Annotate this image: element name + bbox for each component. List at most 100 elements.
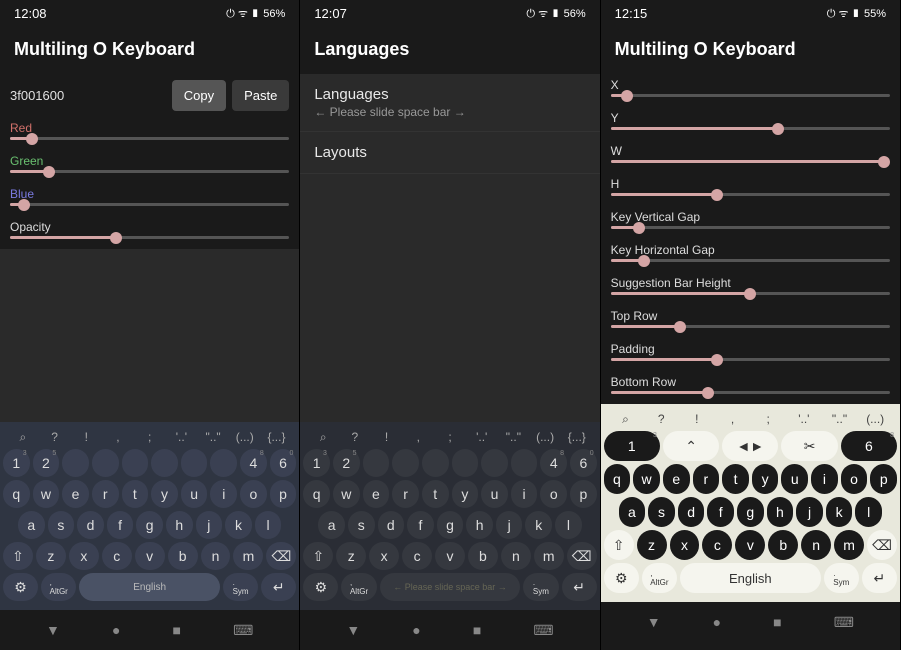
key-o[interactable]: o xyxy=(240,480,267,508)
symbol-key[interactable]: , xyxy=(104,430,132,445)
key-w[interactable]: w xyxy=(333,480,360,508)
key-blank[interactable] xyxy=(210,449,237,477)
symbol-key[interactable]: , xyxy=(404,430,432,445)
symbol-key[interactable]: ! xyxy=(681,412,713,427)
symbol-key[interactable]: ; xyxy=(752,412,784,427)
slider-track[interactable] xyxy=(10,170,289,173)
slider-w[interactable]: W xyxy=(601,140,900,173)
symbol-key[interactable]: '..' xyxy=(468,430,496,445)
symbol-key[interactable]: {...} xyxy=(563,430,591,445)
nav-back-icon[interactable]: ▼ xyxy=(647,614,661,630)
key-l[interactable]: l xyxy=(255,511,282,539)
key-6[interactable]: 06 xyxy=(570,449,597,477)
key-h[interactable]: h xyxy=(466,511,493,539)
symbol-key[interactable]: (...) xyxy=(859,412,891,427)
slider-track[interactable] xyxy=(611,226,890,229)
key-i[interactable]: i xyxy=(811,464,838,494)
key-k[interactable]: k xyxy=(525,511,552,539)
key-x[interactable]: x xyxy=(369,542,399,570)
key-d[interactable]: d xyxy=(378,511,405,539)
symbol-key[interactable]: ! xyxy=(72,430,100,445)
key-t[interactable]: t xyxy=(422,480,449,508)
key-u[interactable]: u xyxy=(181,480,208,508)
key-z[interactable]: z xyxy=(336,542,366,570)
shift-key[interactable]: ⇧ xyxy=(3,542,33,570)
key-n[interactable]: n xyxy=(801,530,831,560)
key-k[interactable]: k xyxy=(225,511,252,539)
slider-padding[interactable]: Padding xyxy=(601,338,900,371)
backspace-key[interactable]: ⌫ xyxy=(867,530,897,560)
slider-track[interactable] xyxy=(611,127,890,130)
symbol-key[interactable]: ".." xyxy=(199,430,227,445)
altgr-key[interactable]: ,AltGr xyxy=(642,563,677,593)
symbol-key[interactable]: ? xyxy=(341,430,369,445)
slider-track[interactable] xyxy=(611,193,890,196)
settings-key[interactable]: ⚙ xyxy=(604,563,639,593)
key-q[interactable]: q xyxy=(3,480,30,508)
key-h[interactable]: h xyxy=(166,511,193,539)
slider-track[interactable] xyxy=(611,358,890,361)
altgr-key[interactable]: ,AltGr xyxy=(41,573,76,601)
slider-bottom-row[interactable]: Bottom Row xyxy=(601,371,900,404)
nav-keyboard-icon[interactable]: ⌨ xyxy=(834,614,854,631)
slider-track[interactable] xyxy=(10,236,289,239)
symbol-key[interactable]: ; xyxy=(136,430,164,445)
slider-opacity[interactable]: Opacity xyxy=(0,216,299,249)
key-e[interactable]: e xyxy=(363,480,390,508)
slider-key-vertical-gap[interactable]: Key Vertical Gap xyxy=(601,206,900,239)
slider-thumb[interactable] xyxy=(711,354,723,366)
key-s[interactable]: s xyxy=(48,511,75,539)
key-r[interactable]: r xyxy=(392,480,419,508)
key-b[interactable]: b xyxy=(168,542,198,570)
key-blank[interactable] xyxy=(62,449,89,477)
keyboard[interactable]: ⌕?!,;'..'".."(...){...}31528406qwertyuio… xyxy=(300,422,599,610)
shift-key[interactable]: ⇧ xyxy=(604,530,634,560)
slider-thumb[interactable] xyxy=(18,199,30,211)
key-d[interactable]: d xyxy=(77,511,104,539)
symbol-key[interactable]: ⌕ xyxy=(610,412,642,427)
key-r[interactable]: r xyxy=(693,464,720,494)
key-e[interactable]: e xyxy=(663,464,690,494)
slider-track[interactable] xyxy=(611,160,890,163)
backspace-key[interactable]: ⌫ xyxy=(567,542,597,570)
key-1[interactable]: 31 xyxy=(3,449,30,477)
key-blank[interactable] xyxy=(452,449,479,477)
nav-back-icon[interactable]: ▼ xyxy=(346,622,360,638)
nav-keyboard-icon[interactable]: ⌨ xyxy=(533,622,553,639)
key-f[interactable]: f xyxy=(407,511,434,539)
key-x[interactable]: x xyxy=(670,530,700,560)
key-u[interactable]: u xyxy=(481,480,508,508)
slider-track[interactable] xyxy=(611,259,890,262)
key-h[interactable]: h xyxy=(767,497,794,527)
enter-key[interactable]: ↵ xyxy=(562,573,597,601)
key-1[interactable]: 31 xyxy=(604,431,660,461)
enter-key[interactable]: ↵ xyxy=(862,563,897,593)
key-u[interactable]: u xyxy=(781,464,808,494)
slider-thumb[interactable] xyxy=(26,133,38,145)
key-j[interactable]: j xyxy=(796,497,823,527)
symbol-key[interactable]: ".." xyxy=(500,430,528,445)
symbol-key[interactable]: ".." xyxy=(824,412,856,427)
key-n[interactable]: n xyxy=(501,542,531,570)
copy-button[interactable]: Copy xyxy=(172,80,226,111)
key-a[interactable]: a xyxy=(18,511,45,539)
key-j[interactable]: j xyxy=(196,511,223,539)
key-x[interactable]: x xyxy=(69,542,99,570)
key-y[interactable]: y xyxy=(752,464,779,494)
key-p[interactable]: p xyxy=(270,480,297,508)
slider-track[interactable] xyxy=(10,137,289,140)
list-item-layouts[interactable]: Layouts xyxy=(300,132,599,174)
sym-key[interactable]: .Sym xyxy=(824,563,859,593)
altgr-key[interactable]: ,AltGr xyxy=(341,573,376,601)
key-blank[interactable] xyxy=(481,449,508,477)
slider-thumb[interactable] xyxy=(633,222,645,234)
slider-track[interactable] xyxy=(611,325,890,328)
key-blank[interactable] xyxy=(511,449,538,477)
sym-key[interactable]: .Sym xyxy=(523,573,558,601)
spacebar[interactable]: ← Please slide space bar → xyxy=(380,573,521,601)
slider-red[interactable]: Red xyxy=(0,117,299,150)
key-k[interactable]: k xyxy=(826,497,853,527)
symbol-key[interactable]: (...) xyxy=(531,430,559,445)
slider-thumb[interactable] xyxy=(674,321,686,333)
key-f[interactable]: f xyxy=(707,497,734,527)
